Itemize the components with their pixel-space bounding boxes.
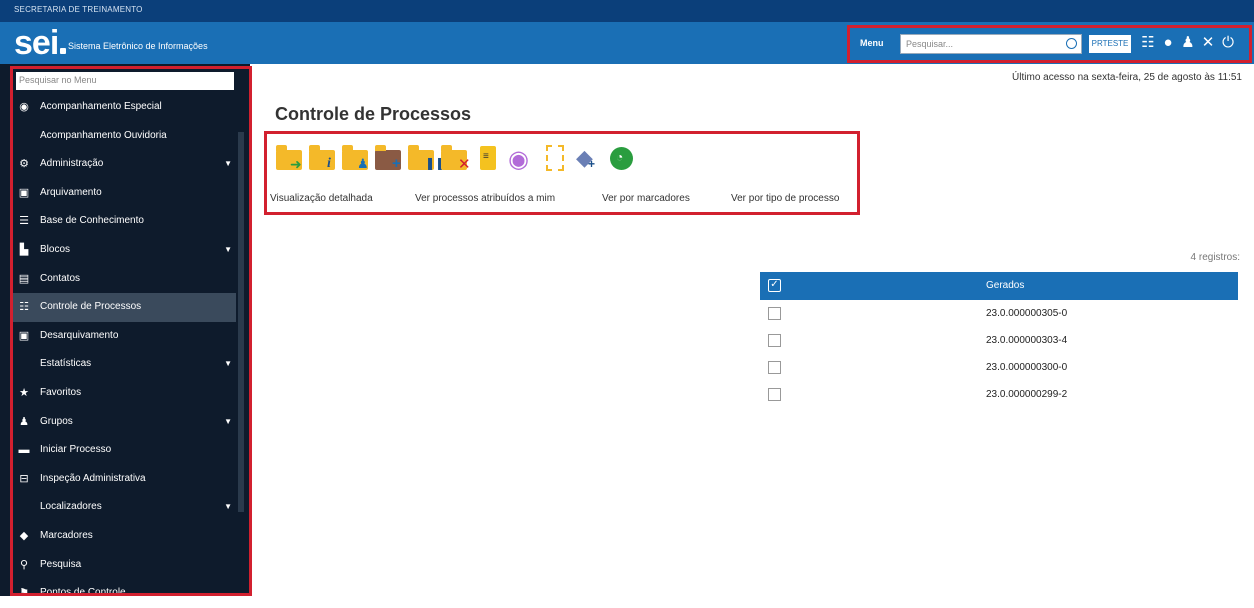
system-name: Sistema Eletrônico de Informações <box>68 41 208 51</box>
link-detailed-view[interactable]: Visualização detalhada <box>270 193 373 204</box>
row-checkbox[interactable] <box>768 334 781 347</box>
table-row: 23.0.000000300-0 <box>760 354 1238 381</box>
process-info-icon[interactable]: i <box>307 142 340 176</box>
header-highlight-box <box>847 25 1252 63</box>
add-block-icon[interactable]: + <box>373 142 406 176</box>
process-number-link[interactable]: 23.0.000000299-2 <box>986 389 1067 400</box>
process-toolbar: ➜ i ♟ + ❚❚ ✕ ≡ ◉ ◆ + ◔ <box>274 142 637 176</box>
process-number-link[interactable]: 23.0.000000303-4 <box>986 335 1067 346</box>
deadline-icon[interactable]: ◔ <box>604 142 637 176</box>
sidebar-highlight-box <box>10 66 252 596</box>
row-checkbox[interactable] <box>768 307 781 320</box>
process-number-link[interactable]: 23.0.000000300-0 <box>986 362 1067 373</box>
process-number-link[interactable]: 23.0.000000305-0 <box>986 308 1067 319</box>
suspend-process-icon[interactable]: ❚❚ <box>406 142 445 176</box>
table-row: 23.0.000000299-2 <box>760 381 1238 408</box>
last-access-text: Último acesso na sexta-feira, 25 de agos… <box>1012 72 1242 83</box>
row-checkbox[interactable] <box>768 361 781 374</box>
organization-name: SECRETARIA DE TREINAMENTO <box>14 5 143 14</box>
page-title: Controle de Processos <box>275 104 472 124</box>
view-icon[interactable]: ◉ <box>505 142 538 176</box>
link-by-process-type[interactable]: Ver por tipo de processo <box>731 193 839 204</box>
column-generated: Gerados <box>986 280 1025 291</box>
generated-processes-table: ✓ Gerados 23.0.000000305-0 23.0.00000030… <box>760 272 1238 408</box>
assign-process-icon[interactable]: ♟ <box>340 142 373 176</box>
record-count: 4 registros: <box>1190 252 1240 263</box>
select-all-checkbox[interactable]: ✓ <box>768 279 781 292</box>
row-checkbox[interactable] <box>768 388 781 401</box>
send-process-icon[interactable]: ➜ <box>274 142 307 176</box>
document-icon[interactable]: ≡ <box>472 142 505 176</box>
organization-strip: SECRETARIA DE TREINAMENTO <box>0 0 1254 22</box>
table-row: 23.0.000000303-4 <box>760 327 1238 354</box>
new-document-icon[interactable] <box>538 142 571 176</box>
link-by-markers[interactable]: Ver por marcadores <box>602 193 690 204</box>
close-process-icon[interactable]: ✕ <box>439 142 472 176</box>
sei-logo[interactable]: sei <box>14 24 67 62</box>
table-row: 23.0.000000305-0 <box>760 300 1238 327</box>
table-header: ✓ Gerados <box>760 272 1238 300</box>
link-assigned-to-me[interactable]: Ver processos atribuídos a mim <box>415 193 555 204</box>
add-marker-icon[interactable]: ◆ + <box>571 142 604 176</box>
